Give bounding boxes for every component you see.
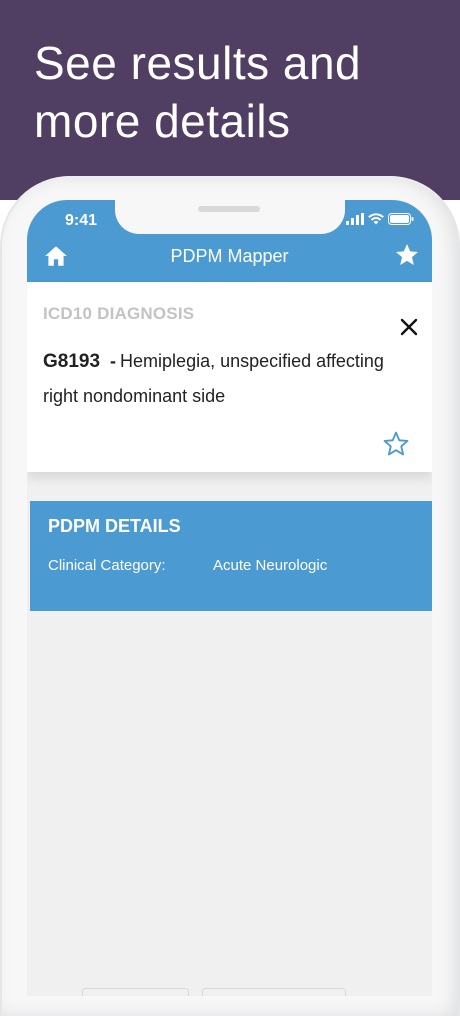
clinical-category-value: Acute Neurologic xyxy=(213,557,328,574)
phone-speaker xyxy=(198,206,260,212)
close-icon xyxy=(400,318,418,336)
diagnosis-card: ICD10 DIAGNOSIS G8193- Hemiplegia, unspec… xyxy=(27,282,432,472)
add-favorite-button[interactable] xyxy=(382,430,410,458)
promo-headline: See results and more details xyxy=(34,34,444,150)
star-outline-icon xyxy=(383,431,409,456)
nav-title: PDPM Mapper xyxy=(170,246,289,266)
headline-line-2: more details xyxy=(34,95,291,147)
star-icon xyxy=(395,243,419,265)
close-button[interactable] xyxy=(398,316,420,338)
signal-icon xyxy=(346,213,364,225)
wifi-icon xyxy=(368,213,384,225)
bottom-tab-right[interactable] xyxy=(202,988,346,996)
diagnosis-label: ICD10 DIAGNOSIS xyxy=(43,304,195,323)
app-screen: 9:41 PDPM Mapper ICD10 DIAGNOSIS G8193 -… xyxy=(27,200,432,996)
nav-bar: PDPM Mapper xyxy=(27,234,432,282)
headline-line-1: See results and xyxy=(34,37,362,89)
pdpm-details-panel: PDPM DETAILS Clinical Category: Acute Ne… xyxy=(30,501,432,611)
status-time: 9:41 xyxy=(65,212,98,229)
battery-icon xyxy=(388,213,414,225)
diagnosis-code: G8193 xyxy=(43,351,101,372)
favorites-button[interactable] xyxy=(394,242,420,268)
bottom-tab-left[interactable] xyxy=(82,988,189,996)
diagnosis-separator: - xyxy=(110,351,117,371)
pdpm-details-title: PDPM DETAILS xyxy=(48,516,181,536)
status-icons xyxy=(346,212,414,226)
clinical-category-label: Clinical Category: xyxy=(48,557,166,574)
diagnosis-text: G8193- Hemiplegia, unspecified affecting … xyxy=(43,344,393,413)
